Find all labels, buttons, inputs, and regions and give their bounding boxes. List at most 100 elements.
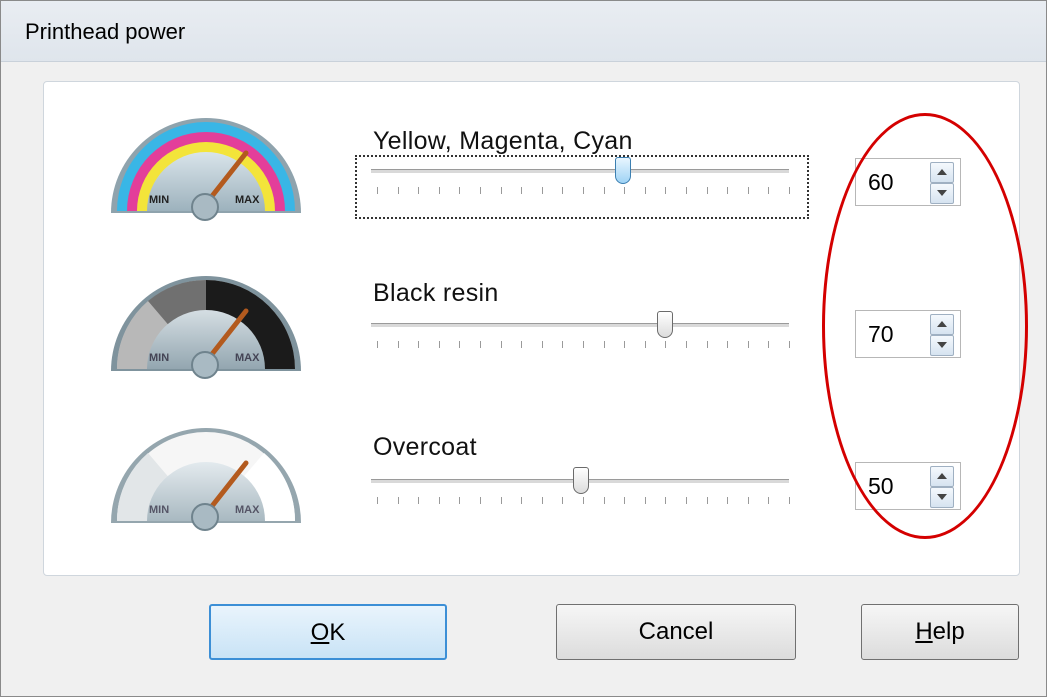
slider-tick [418,341,420,348]
help-button[interactable]: Help [861,604,1019,660]
slider-tick [541,497,543,504]
slider-tick [459,497,461,504]
slider-tick [521,187,523,194]
color-gauge-icon: MIN MAX [111,118,301,221]
slider-ticks [377,187,790,199]
slider-tick [727,187,729,194]
ok-mnemonic: O [310,619,330,646]
slider-tick [686,187,687,194]
slider-tick [397,187,399,194]
window-title: Printhead power [25,19,186,44]
slider-tick [727,341,729,348]
slider-thumb[interactable] [573,467,589,494]
slider-thumb[interactable] [656,311,673,338]
slider-tick [418,497,420,504]
ymc-label: Yellow, Magenta, Cyan [373,127,633,155]
arrow-down-icon [937,342,947,348]
slider-tick [541,341,543,348]
slider-tick [686,497,687,504]
slider-tick [583,497,584,504]
slider-tick [480,341,481,348]
slider-tick [521,497,523,504]
slider-tick [665,341,667,348]
slider-tick [706,341,708,348]
slider-tick [377,341,378,348]
cancel-button[interactable]: Cancel [556,604,796,660]
slider-tick [644,341,646,348]
title-bar[interactable]: Printhead power [1,1,1046,62]
slider-tick [686,341,687,348]
spinner-down-button[interactable] [930,183,954,204]
slider-tick [789,341,790,348]
black-resin-label: Black resin [373,279,499,307]
overcoat-power-spinner[interactable]: 50 [855,462,961,510]
overcoat-power-slider[interactable] [357,467,807,527]
slider-tick [500,341,502,348]
overcoat-gauge-icon: MIN MAX [111,428,301,531]
slider-tick [665,497,667,504]
slider-track [371,169,789,174]
black-gauge-icon: MIN MAX [111,276,301,379]
help-label-rest: elp [932,618,965,645]
spinner-value[interactable]: 70 [868,321,894,348]
gauge-min-label: MIN [149,352,169,364]
ymc-power-slider[interactable] [355,155,809,219]
black-resin-power-slider[interactable] [357,311,807,371]
slider-tick [583,187,584,194]
spinner-down-button[interactable] [930,335,954,356]
slider-tick [747,341,749,348]
spinner-value[interactable]: 50 [868,473,894,500]
spinner-down-button[interactable] [930,487,954,508]
slider-tick [459,187,461,194]
slider-tick [603,497,605,504]
slider-tick [459,341,461,348]
slider-tick [377,497,378,504]
slider-tick [789,187,790,194]
printhead-power-dialog: Printhead power MIN MAX Yellow, Magenta,… [0,0,1047,697]
arrow-down-icon [937,494,947,500]
slider-tick [521,341,523,348]
slider-tick [768,187,770,194]
arrow-up-icon [937,473,947,479]
arrow-up-icon [937,321,947,327]
slider-tick [665,187,667,194]
slider-tick [768,497,770,504]
ok-label-rest: K [329,619,346,646]
slider-tick [624,497,626,504]
slider-tick [624,187,626,194]
spinner-up-button[interactable] [930,466,954,487]
slider-tick [377,187,378,194]
spinner-value[interactable]: 60 [868,169,894,196]
spinner-up-button[interactable] [930,162,954,183]
slider-ticks [377,341,790,353]
slider-tick [789,497,790,504]
spinner-up-button[interactable] [930,314,954,335]
arrow-down-icon [937,190,947,196]
black-resin-power-spinner[interactable]: 70 [855,310,961,358]
gauge-min-label: MIN [149,194,169,206]
slider-tick [747,187,749,194]
slider-tick [727,497,729,504]
slider-tick [583,341,584,348]
slider-tick [747,497,749,504]
slider-tick [644,497,646,504]
slider-tick [541,187,543,194]
ymc-power-spinner[interactable]: 60 [855,158,961,206]
ok-button[interactable]: OK [209,604,447,660]
slider-track [371,323,789,328]
slider-tick [500,187,502,194]
gauge-max-label: MAX [235,504,260,516]
slider-thumb[interactable] [614,157,631,184]
slider-tick [438,341,440,348]
overcoat-label: Overcoat [373,433,477,461]
gauge-min-label: MIN [149,504,169,516]
gauge-max-label: MAX [235,352,260,364]
slider-tick [562,341,564,348]
slider-tick [768,341,770,348]
slider-tick [706,497,708,504]
slider-tick [480,497,481,504]
slider-tick [562,187,564,194]
slider-ticks [377,497,790,509]
slider-tick [500,497,502,504]
slider-tick [418,187,420,194]
